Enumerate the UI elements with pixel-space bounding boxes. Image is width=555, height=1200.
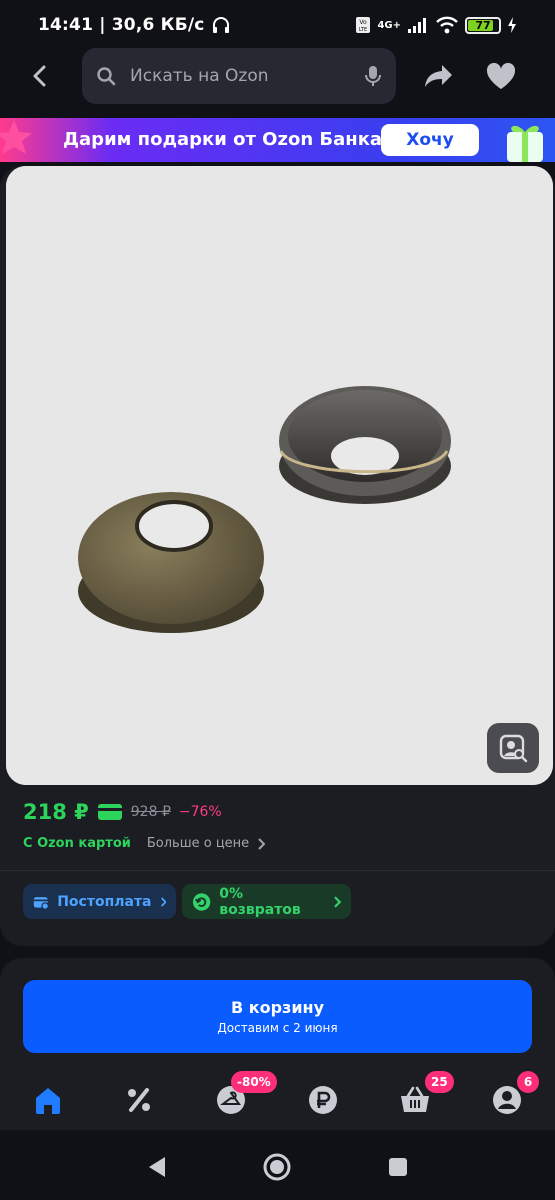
status-icons: Vo LTE 4G+ 77 (355, 16, 517, 34)
star-decoration-icon (0, 120, 32, 154)
banner-text: Дарим подарки от Ozon Банка (63, 129, 383, 150)
basket-icon (401, 1086, 429, 1112)
favorite-button[interactable] (484, 60, 518, 92)
product-image (6, 166, 553, 785)
wifi-icon (436, 16, 458, 34)
microphone-icon[interactable] (364, 65, 382, 87)
tab-bar: -80% 25 6 (0, 1066, 555, 1130)
returns-chip[interactable]: 0% возвратов (182, 884, 351, 919)
status-bar: 14:41 | 30,6 КБ/с Vo LTE 4G+ 77 (0, 0, 555, 50)
delivery-date: Доставим с 2 июня (217, 1021, 338, 1035)
divider (0, 870, 555, 871)
chevron-left-icon (33, 65, 46, 87)
profile-badge: 6 (517, 1071, 539, 1093)
chevron-right-icon (334, 895, 341, 908)
price-details-row: С Ozon картой Больше о цене (23, 836, 266, 851)
card-icon (97, 804, 122, 820)
circle-home-icon (263, 1153, 291, 1181)
discount-label: −76% (178, 804, 222, 820)
share-icon (425, 65, 452, 87)
battery-icon: 77 (465, 16, 501, 34)
promo-banner[interactable]: Дарим подарки от Ozon Банка Хочу (0, 118, 555, 162)
status-time: 14:41 | 30,6 КБ/с (38, 15, 231, 35)
old-price: 928 ₽ (130, 804, 171, 820)
search-icon (97, 67, 116, 86)
current-price: 218 ₽ (23, 800, 89, 824)
returns-label: 0% возвратов (219, 885, 301, 918)
return-icon (192, 892, 211, 911)
tab-discounts[interactable] (117, 1080, 161, 1120)
product-photo[interactable] (6, 166, 553, 785)
chevron-right-icon (258, 837, 266, 850)
svg-text:LTE: LTE (359, 27, 367, 33)
top-bar: Искать на Ozon (0, 48, 555, 104)
svg-text:Vo: Vo (360, 19, 368, 26)
system-nav-bar (0, 1130, 555, 1200)
nav-recents-button[interactable] (383, 1152, 413, 1182)
nav-home-button[interactable] (262, 1152, 292, 1182)
chevron-right-icon (160, 896, 166, 907)
search-input[interactable]: Искать на Ozon (82, 48, 396, 104)
image-search-button[interactable] (487, 723, 539, 773)
more-about-price-link[interactable]: Больше о цене (146, 836, 266, 851)
gift-icon (507, 125, 543, 162)
home-icon (36, 1088, 60, 1114)
tab-finance[interactable] (301, 1080, 345, 1120)
headphones-icon (212, 17, 229, 33)
wallet-icon (33, 896, 50, 910)
network-type: 4G+ (377, 19, 401, 31)
add-to-cart-label: В корзину (230, 998, 325, 1017)
discount-badge: -80% (231, 1071, 277, 1093)
image-search-icon (499, 734, 528, 763)
nav-back-button[interactable] (142, 1152, 172, 1182)
search-placeholder: Искать на Ozon (130, 66, 269, 86)
heart-icon (486, 62, 516, 89)
volte-icon: VoLTE (356, 17, 371, 33)
triangle-back-icon (149, 1157, 165, 1177)
tab-home[interactable] (26, 1080, 70, 1120)
more-about-price-text: Больше о цене (146, 836, 250, 851)
profile-icon (493, 1086, 521, 1114)
postpay-label: Постоплата (57, 893, 152, 910)
percent-icon (128, 1088, 150, 1112)
price-row: 218 ₽ 928 ₽ −76% (23, 800, 222, 824)
charging-icon (508, 17, 516, 33)
ozon-card-label: С Ozon картой (23, 836, 131, 851)
banner-want-button[interactable]: Хочу (381, 124, 479, 156)
signal-icon (408, 18, 426, 33)
share-button[interactable] (422, 60, 456, 92)
square-recents-icon (389, 1158, 407, 1176)
ruble-icon (309, 1086, 337, 1114)
add-to-cart-button[interactable]: В корзину Доставим с 2 июня (23, 980, 532, 1053)
status-time-text: 14:41 | 30,6 КБ/с (38, 15, 205, 35)
back-button[interactable] (24, 60, 56, 92)
battery-level: 77 (475, 18, 491, 32)
cart-badge: 25 (425, 1071, 454, 1093)
postpay-chip[interactable]: Постоплата (23, 884, 176, 919)
